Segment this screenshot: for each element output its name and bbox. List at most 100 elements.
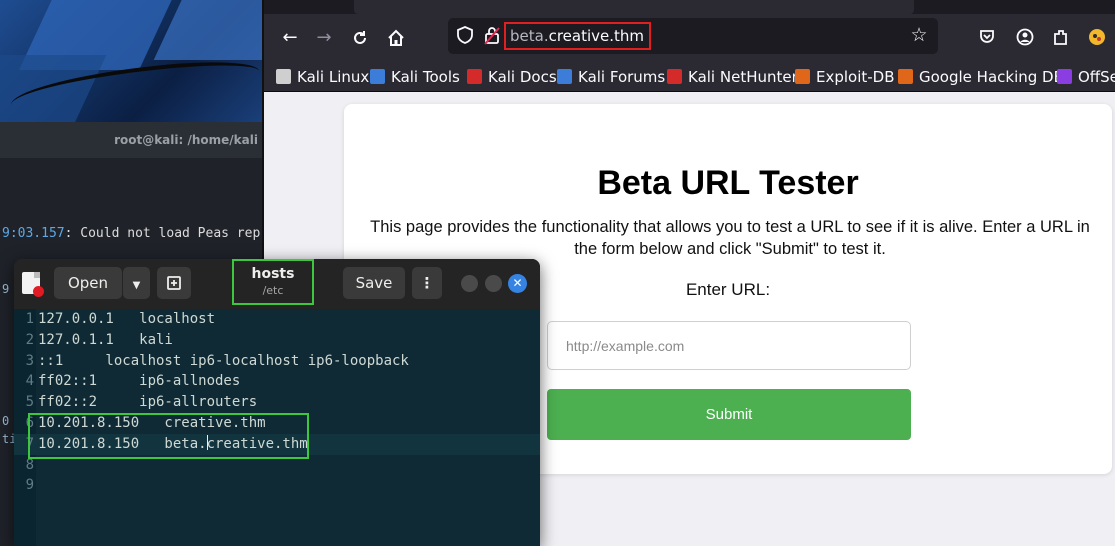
file-name: hosts [251, 266, 295, 282]
line-number: 2 [25, 331, 34, 348]
line-number: 6 [25, 415, 34, 431]
editor-current-line: 7 10.201.8.150 beta.creative.thm [14, 433, 540, 455]
bookmark-label: Kali Forums [578, 68, 666, 86]
line-text: ::1 localhost ip6-localhost ip6-loopback [38, 352, 409, 369]
url-input[interactable] [547, 321, 911, 370]
terminal-title: root@kali: /home/kali [0, 122, 262, 158]
terminal-fragment: 9 [2, 282, 10, 296]
chevron-down-icon: ▼ [132, 280, 141, 291]
nethunter-icon [667, 69, 682, 84]
back-button[interactable]: ← [278, 26, 302, 50]
offsec-icon [1057, 69, 1072, 84]
log-text: : Could not load Peas rep [64, 226, 261, 241]
log-timestamp: 9:03.157 [2, 226, 65, 241]
line-text: 10.201.8.150 creative.thm [38, 415, 266, 431]
kali-dragon-icon [276, 69, 291, 84]
page-title: Beta URL Tester [597, 164, 859, 202]
editor-line: 9 [14, 475, 540, 496]
submit-button[interactable]: Submit [547, 389, 911, 440]
open-menu-button[interactable]: ▼ [123, 267, 150, 299]
kali-docs-icon [467, 69, 482, 84]
line-number: 1 [25, 311, 34, 327]
kali-tools-icon [370, 69, 385, 84]
bookmark-label: OffSe [1078, 68, 1115, 86]
editor-line: 3::1 localhost ip6-localhost ip6-loopbac… [14, 351, 540, 372]
line-text: ff02::1 ip6-allnodes [38, 373, 241, 390]
bookmark-google-hacking-db[interactable]: Google Hacking DB [898, 67, 1064, 87]
editor-line: 6 10.201.8.150 creative.thm [14, 413, 540, 434]
bookmark-offsec[interactable]: OffSe [1057, 67, 1115, 87]
browser-toolbar: ← → beta.creative.thm ☆ [264, 0, 1115, 62]
url-domain: creative.thm [548, 27, 645, 45]
terminal-fragment: 0 [2, 414, 10, 428]
bookmark-label: Exploit-DB [816, 68, 895, 86]
line-number: 5 [25, 394, 34, 411]
forward-arrow-icon: → [316, 27, 332, 48]
reload-button[interactable] [348, 26, 372, 50]
pocket-icon[interactable] [976, 26, 998, 48]
editor-line: 8 [14, 455, 540, 476]
line-text: ff02::2 ip6-allrouters [38, 394, 258, 411]
bookmark-kali-nethunter[interactable]: Kali NetHunter [667, 67, 798, 87]
close-button[interactable]: ✕ [508, 274, 527, 293]
active-tab[interactable] [354, 0, 914, 14]
bookmark-kali-linux[interactable]: Kali Linux [276, 67, 369, 87]
line-text [36, 477, 38, 493]
kali-forums-icon [557, 69, 572, 84]
line-number: 4 [25, 373, 34, 390]
new-tab-button[interactable] [157, 267, 191, 299]
home-button[interactable] [384, 26, 408, 50]
bookmark-star-icon[interactable]: ☆ [908, 24, 930, 46]
editor-line: 5 ff02::2 ip6-allrouters [14, 392, 540, 413]
main-menu-button[interactable]: ⋮ [412, 267, 442, 299]
line-text: 10.201.8.150 beta.creative.thm [36, 434, 308, 452]
line-number: 3 [25, 352, 34, 369]
bookmark-kali-tools[interactable]: Kali Tools [370, 67, 460, 87]
bookmark-label: Kali Linux [297, 68, 370, 86]
bookmark-label: Kali Docs [488, 68, 557, 86]
terminal-log-line: 9:03.157: Could not load Peas rep [2, 226, 260, 241]
line-number: 7 [25, 435, 34, 452]
account-icon[interactable] [1014, 26, 1036, 48]
wappalyzer-icon[interactable] [1086, 26, 1108, 48]
bookmark-label: Kali NetHunter [688, 68, 798, 86]
editor-text-area[interactable]: 1 127.0.0.1 localhost 2 127.0.1.1 kali 3::… [14, 309, 540, 546]
page-description: This page provides the functionality tha… [370, 218, 1090, 258]
url-text[interactable]: beta.creative.thm [504, 22, 652, 50]
bookmark-kali-forums[interactable]: Kali Forums [557, 67, 665, 87]
file-path: /etc [262, 284, 284, 297]
text-editor-window: Open ▼ hosts /etc Save ⋮ ✕ 1 127.0.0.1 lo… [14, 259, 540, 546]
editor-line: 4 ff02::1 ip6-allnodes [14, 371, 540, 392]
editor-headerbar: Open ▼ hosts /etc Save ⋮ ✕ [14, 259, 540, 309]
url-subdomain: beta. [510, 27, 549, 45]
document-icon [22, 272, 44, 297]
forward-button[interactable]: → [312, 26, 336, 50]
navigation-row: ← → beta.creative.thm ☆ [264, 14, 1115, 62]
desktop-wallpaper [0, 0, 262, 122]
line-text-after-caret: creative.thm [206, 435, 308, 452]
line-text: 127.0.1.1 kali [38, 331, 173, 348]
bookmark-kali-docs[interactable]: Kali Docs [467, 67, 557, 87]
close-icon: ✕ [512, 276, 523, 290]
shield-icon[interactable] [456, 25, 474, 45]
line-text-before-caret: 10.201.8.150 beta. [38, 435, 207, 452]
open-button[interactable]: Open [54, 267, 122, 299]
address-bar[interactable]: beta.creative.thm ☆ [448, 18, 938, 54]
bookmark-exploit-db[interactable]: Exploit-DB [795, 67, 895, 87]
bookmark-label: Kali Tools [391, 68, 460, 86]
line-number: 8 [25, 456, 34, 473]
line-text: 127.0.0.1 localhost [38, 311, 216, 327]
editor-line: 2 127.0.1.1 kali [14, 330, 540, 351]
maximize-button[interactable] [485, 275, 502, 292]
extensions-icon[interactable] [1050, 26, 1072, 48]
minimize-button[interactable] [461, 275, 478, 292]
home-icon [388, 29, 404, 46]
bookmarks-toolbar: Kali Linux Kali Tools Kali Docs Kali For… [264, 62, 1115, 92]
save-button[interactable]: Save [343, 267, 405, 299]
insecure-lock-icon[interactable] [484, 25, 500, 45]
line-text [36, 457, 38, 473]
back-arrow-icon: ← [282, 27, 298, 48]
line-number: 9 [25, 477, 34, 494]
kebab-menu-icon: ⋮ [419, 274, 435, 292]
tab-strip [264, 0, 1115, 14]
